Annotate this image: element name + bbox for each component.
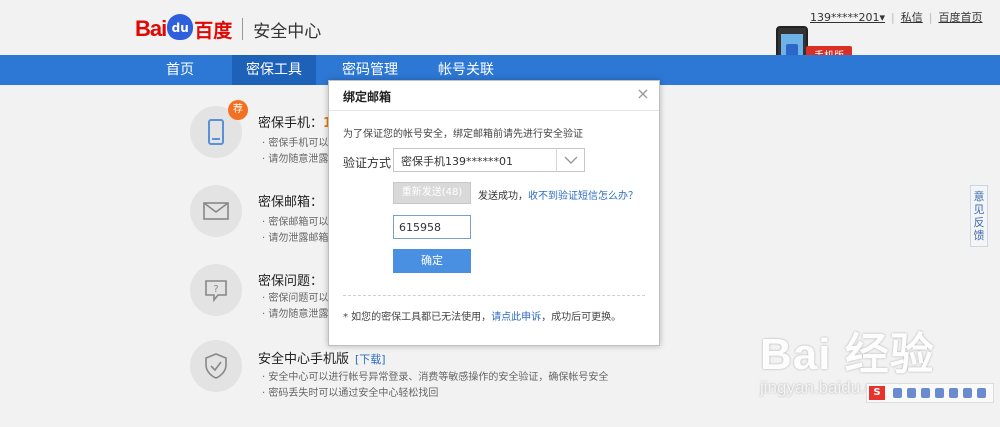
verify-method-label: 验证方式 (343, 156, 392, 170)
download-link[interactable]: [下载] (355, 353, 386, 366)
shield-check-icon (205, 353, 227, 379)
user-links: 139*****201▾ | 私信 | 百度首页 (810, 9, 982, 25)
toolbar-icon[interactable] (893, 388, 902, 398)
dialog-title: 绑定邮箱 (343, 90, 392, 104)
username: 139*****201 (810, 10, 880, 24)
appeal-link[interactable]: 请点此申诉 (491, 312, 541, 323)
row-desc: · 安全中心可以进行帐号异常登录、消费等敏感操作的安全验证，确保帐号安全 (262, 372, 609, 383)
message-link[interactable]: 私信 (901, 9, 923, 25)
recommend-badge: 荐 (228, 100, 248, 120)
shield-circle (190, 340, 242, 392)
chevron-down-icon: ▾ (879, 10, 886, 24)
toolbar-icon[interactable] (977, 388, 986, 398)
feedback-tab-page[interactable]: 意见反馈 (970, 185, 988, 247)
logo-cn-text: 百度 (194, 19, 233, 42)
dialog-divider (343, 295, 645, 296)
nav-item-security-tools[interactable]: 密保工具 (232, 55, 316, 85)
chevron-down-icon (564, 156, 578, 164)
toolbar-icon[interactable] (949, 388, 958, 398)
baidu-logo[interactable]: Bai du 百度 安全中心 (135, 12, 321, 46)
top-bar: Bai du 百度 安全中心 139*****201▾ | 私信 | 百度首页 … (0, 0, 1000, 80)
row-title-text: 密保邮箱： (258, 195, 324, 210)
toolbar-icon[interactable] (921, 388, 930, 398)
question-bubble-icon: ? (205, 280, 227, 303)
username-link[interactable]: 139*****201▾ (810, 11, 885, 24)
link-separator: | (928, 10, 933, 24)
footer-prefix: * 如您的密保工具都已无法使用， (343, 312, 492, 323)
confirm-button[interactable]: 确定 (393, 249, 471, 273)
verify-method-value: 密保手机139******01 (401, 155, 513, 168)
link-separator: | (891, 10, 895, 24)
mobile-icon (208, 119, 224, 145)
row-title-text: 密保问题： (258, 274, 324, 289)
row-title-text: 密保手机： (258, 116, 324, 131)
question-circle: ? (190, 264, 242, 316)
verify-method-select[interactable]: 密保手机139******01 (393, 148, 585, 172)
watermark-main: Bai 经验 (760, 330, 935, 379)
row-title: 安全中心手机版 [下载] (258, 348, 386, 367)
paw-icon: du (167, 14, 194, 40)
page-background: Bai du 百度 安全中心 139*****201▾ | 私信 | 百度首页 … (0, 0, 1000, 427)
toolbar-icon[interactable] (935, 388, 944, 398)
row-title-text: 安全中心手机版 (258, 352, 350, 367)
toolbar-icon[interactable] (963, 388, 972, 398)
footer-suffix: ，成功后可更换。 (541, 312, 622, 323)
nav-item-home[interactable]: 首页 (150, 55, 210, 85)
bind-email-dialog: 绑定邮箱 × 为了保证您的帐号安全，绑定邮箱前请先进行安全验证 验证方式 密保手… (328, 80, 660, 346)
close-icon[interactable]: × (635, 85, 651, 103)
ime-toolbar: S (866, 383, 994, 403)
dialog-footer: * 如您的密保工具都已无法使用，请点此申诉，成功后可更换。 (343, 308, 621, 323)
logo-bai-text: Bai (135, 16, 167, 41)
send-status: 发送成功，收不到验证短信怎么办？ (478, 187, 638, 202)
toolbar-icon[interactable] (907, 388, 916, 398)
row-desc: · 密码丢失时可以通过安全中心轻松找回 (262, 388, 439, 399)
verification-code-input[interactable] (393, 215, 471, 239)
ime-s-icon[interactable]: S (869, 386, 885, 400)
select-arrow[interactable] (556, 149, 584, 171)
email-circle (190, 185, 242, 237)
section-title: 安全中心 (253, 21, 322, 42)
envelope-icon (203, 202, 229, 220)
svg-text:?: ? (213, 284, 218, 295)
baidu-home-link[interactable]: 百度首页 (938, 9, 982, 25)
send-status-text: 发送成功， (478, 191, 528, 202)
logo-divider (242, 18, 244, 40)
dialog-header: 绑定邮箱 × (329, 81, 659, 111)
resend-button[interactable]: 重新发送(48) (393, 182, 471, 204)
dialog-intro: 为了保证您的帐号安全，绑定邮箱前请先进行安全验证 (343, 129, 583, 140)
sms-help-link[interactable]: 收不到验证短信怎么办？ (528, 191, 638, 202)
